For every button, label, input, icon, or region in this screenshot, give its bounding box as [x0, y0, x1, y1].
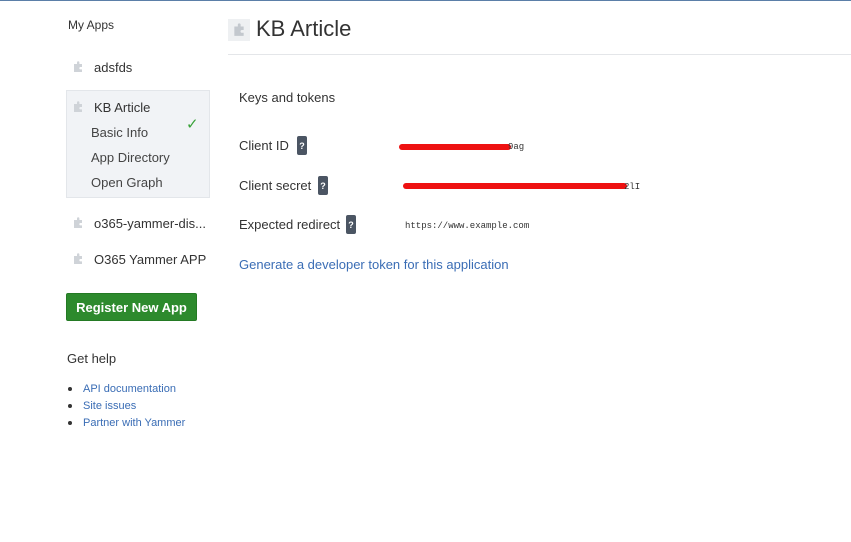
main-header: KB Article — [228, 0, 851, 55]
register-new-app-button[interactable]: Register New App — [66, 293, 197, 321]
puzzle-icon — [72, 101, 84, 113]
list-item: Partner with Yammer — [68, 414, 185, 431]
puzzle-icon — [72, 217, 84, 229]
client-secret-label: Client secret — [239, 178, 312, 193]
bullet — [68, 420, 72, 425]
expected-redirect-value: https://www.example.com — [405, 221, 530, 231]
app-item-label: o365-yammer-dis... — [94, 215, 206, 231]
bullet — [68, 403, 72, 408]
app-item-o365-yammer-dis[interactable]: o365-yammer-dis... — [66, 211, 211, 235]
subnav-basic-info[interactable]: Basic Info — [91, 125, 148, 140]
redaction-mark — [403, 183, 627, 189]
puzzle-icon — [72, 253, 84, 265]
expected-redirect-label: Expected redirect — [239, 217, 341, 232]
my-apps-title: My Apps — [68, 18, 115, 32]
list-item: API documentation — [68, 380, 185, 397]
site-issues-link[interactable]: Site issues — [83, 400, 136, 412]
app-item-adsfds[interactable]: adsfds — [66, 55, 211, 79]
list-item: Site issues — [68, 397, 185, 414]
keys-and-tokens-heading: Keys and tokens — [239, 90, 336, 105]
subnav-open-graph[interactable]: Open Graph — [91, 175, 163, 190]
app-item-label: KB Article — [94, 99, 151, 115]
question-mark-icon[interactable]: ? — [346, 215, 356, 234]
puzzle-icon — [228, 19, 250, 41]
redaction-mark — [399, 144, 511, 150]
page-title: KB Article — [256, 16, 352, 41]
partner-with-yammer-link[interactable]: Partner with Yammer — [83, 417, 185, 429]
app-item-o365-yammer-app[interactable]: O365 Yammer APP — [66, 247, 211, 271]
get-help-title: Get help — [67, 351, 117, 366]
client-id-label: Client ID — [239, 138, 289, 153]
puzzle-icon — [72, 61, 84, 73]
app-item-label: O365 Yammer APP — [94, 251, 207, 267]
client-id-value: 9ag — [508, 142, 525, 152]
generate-developer-token-link[interactable]: Generate a developer token for this appl… — [239, 257, 509, 272]
api-documentation-link[interactable]: API documentation — [83, 383, 176, 395]
help-links: API documentation Site issues Partner wi… — [68, 380, 185, 431]
question-mark-icon[interactable]: ? — [297, 136, 307, 155]
question-mark-icon[interactable]: ? — [318, 176, 328, 195]
client-secret-value: 2lI — [624, 182, 641, 192]
subnav-app-directory[interactable]: App Directory — [91, 150, 170, 165]
bullet — [68, 386, 72, 391]
app-item-label: adsfds — [94, 59, 133, 75]
check-icon: ✓ — [186, 116, 199, 133]
